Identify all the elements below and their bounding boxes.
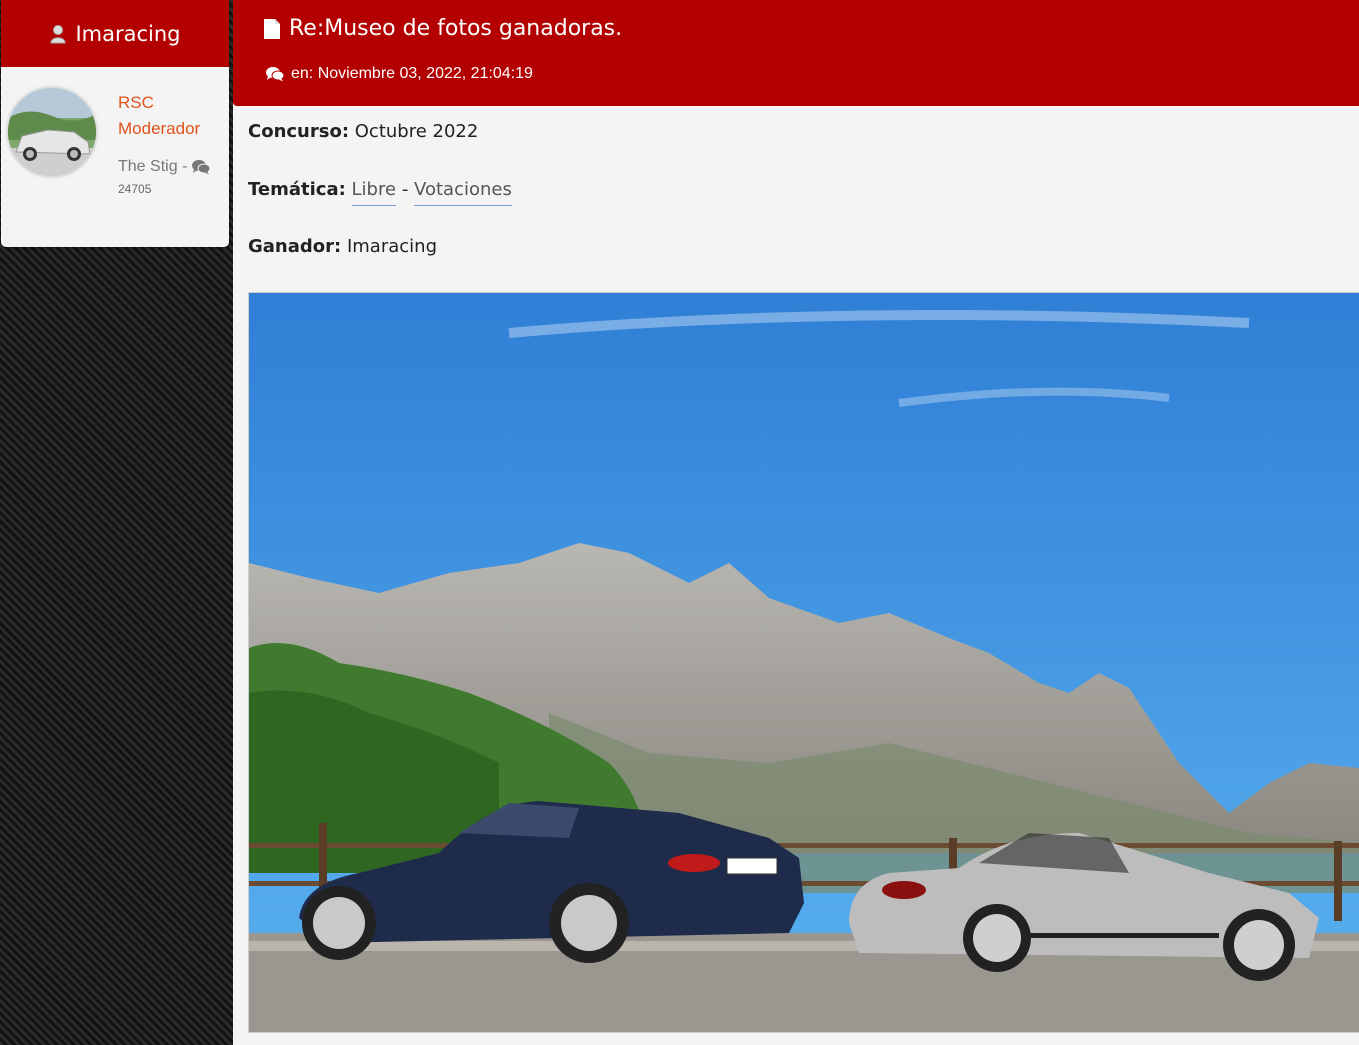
tematica-separator: - (401, 178, 409, 200)
post-date-text: en: Noviembre 03, 2022, 21:04:19 (291, 65, 533, 82)
post-subject: Re:Museo de fotos ganadoras. (263, 16, 622, 41)
tematica-link-libre[interactable]: Libre (351, 178, 397, 206)
concurso-label: Concurso: (248, 121, 350, 142)
member-title-text: The Stig - (118, 158, 188, 175)
poster-username[interactable]: Imaracing (75, 22, 180, 46)
ganador-label: Ganador: (248, 236, 342, 257)
tematica-link-votaciones[interactable]: Votaciones (414, 178, 512, 206)
tematica-label: Temática: (248, 178, 346, 200)
rank-line-1: RSC (118, 93, 154, 112)
rank-line-2: Moderador (118, 119, 201, 138)
poster-card: Imaracing RSC Moderador The Stig - 24705 (1, 0, 229, 247)
member-rank: RSC Moderador (118, 90, 200, 142)
member-title: The Stig - (118, 158, 211, 176)
concurso-line: Concurso: Octubre 2022 (248, 121, 512, 179)
comments-icon (192, 160, 211, 175)
comments-icon (266, 67, 285, 82)
post-count: 24705 (118, 182, 152, 196)
concurso-value: Octubre 2022 (354, 121, 479, 142)
post-date: en: Noviembre 03, 2022, 21:04:19 (265, 65, 533, 83)
document-icon (264, 18, 280, 39)
photo-illustration (249, 293, 1359, 1032)
post-header: Re:Museo de fotos ganadoras. en: Noviemb… (233, 0, 1359, 106)
poster-header: Imaracing (1, 0, 229, 67)
post-subject-text[interactable]: Re:Museo de fotos ganadoras. (289, 16, 622, 41)
tematica-line: Temática: Libre - Votaciones (248, 178, 512, 237)
post-body: Concurso: Octubre 2022 Temática: Libre -… (248, 121, 512, 294)
post-panel: Re:Museo de fotos ganadoras. en: Noviemb… (233, 0, 1359, 1045)
winning-photo (248, 292, 1359, 1033)
ganador-value: Imaracing (346, 236, 437, 257)
ganador-line: Ganador: Imaracing (248, 236, 512, 294)
avatar-image (8, 88, 96, 176)
user-icon (50, 24, 66, 43)
avatar[interactable] (7, 87, 97, 177)
